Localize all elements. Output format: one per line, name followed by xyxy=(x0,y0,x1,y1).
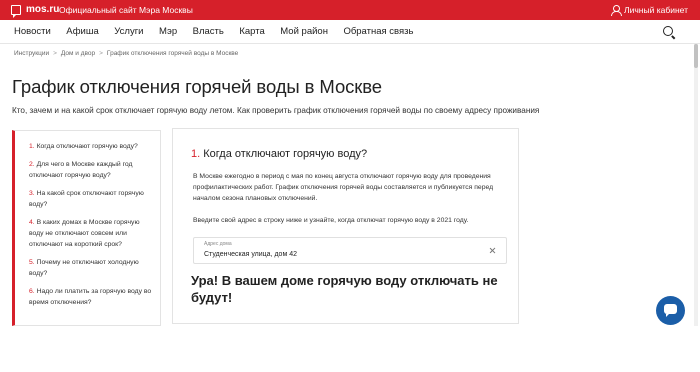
toc-item[interactable]: 6. Надо ли платить за горячую воду во вр… xyxy=(29,286,152,308)
section-number: 1. xyxy=(191,148,201,160)
toc-item-label: Надо ли платить за горячую воду во время… xyxy=(29,288,152,306)
toc-item-number: 3. xyxy=(29,190,35,197)
nav-item-government[interactable]: Власть xyxy=(193,26,224,38)
personal-account-label: Личный кабинет xyxy=(624,5,688,15)
chat-button[interactable] xyxy=(656,296,685,325)
toc-item-number: 5. xyxy=(29,259,35,266)
breadcrumb-item-instructions[interactable]: Инструкции xyxy=(14,49,49,58)
toc-item-number: 6. xyxy=(29,288,35,295)
page-lead: Кто, зачем и на какой срок отключает гор… xyxy=(12,106,540,115)
page-title: График отключения горячей воды в Москве xyxy=(12,76,382,97)
table-of-contents: 1. Когда отключают горячую воду? 2. Для … xyxy=(12,130,161,326)
top-bar: mos.ru Официальный сайт Мэра Москвы Личн… xyxy=(0,0,700,20)
toc-item[interactable]: 3. На какой срок отключают горячую воду? xyxy=(29,188,152,210)
nav-item-news[interactable]: Новости xyxy=(14,26,51,38)
toc-item-number: 1. xyxy=(29,143,35,150)
search-icon[interactable] xyxy=(663,26,673,36)
main-nav: Новости Афиша Услуги Мэр Власть Карта Мо… xyxy=(0,20,700,44)
user-icon xyxy=(611,5,623,16)
nav-item-feedback[interactable]: Обратная связь xyxy=(343,26,413,38)
toc-item-label: На какой срок отключают горячую воду? xyxy=(29,190,144,208)
nav-item-services[interactable]: Услуги xyxy=(114,26,143,38)
nav-item-my-district[interactable]: Мой район xyxy=(280,26,328,38)
address-input[interactable] xyxy=(204,250,474,260)
breadcrumb-separator: > xyxy=(53,50,57,57)
toc-item-label: Когда отключают горячую воду? xyxy=(36,143,138,150)
toc-item-label: Почему не отключают холодную воду? xyxy=(29,259,139,277)
site-title[interactable]: Официальный сайт Мэра Москвы xyxy=(59,3,193,17)
section-paragraph: В Москве ежегодно в период с мая по коне… xyxy=(193,173,494,202)
breadcrumb-item-current: График отключения горячей воды в Москве xyxy=(106,50,239,57)
personal-account-link[interactable]: Личный кабинет xyxy=(611,3,688,17)
site-logo[interactable]: mos.ru xyxy=(26,3,59,17)
check-result: Ура! В вашем доме горячую воду отключать… xyxy=(191,273,498,305)
toc-item[interactable]: 2. Для чего в Москве каждый год отключаю… xyxy=(29,159,152,181)
breadcrumb-item-home-and-yard[interactable]: Дом и двор xyxy=(61,49,95,58)
toc-item-number: 4. xyxy=(29,219,35,226)
chat-icon xyxy=(664,304,677,317)
toc-item[interactable]: 4. В каких домах в Москве горячую воду н… xyxy=(29,217,152,250)
article-section: 1. Когда отключают горячую воду? В Москв… xyxy=(172,128,519,324)
section-heading: 1. Когда отключают горячую воду? xyxy=(191,147,367,161)
toc-item-label: Для чего в Москве каждый год отключают г… xyxy=(29,161,133,179)
breadcrumb-separator: > xyxy=(99,50,103,57)
toc-item-label: В каких домах в Москве горячую воду не о… xyxy=(29,219,140,248)
mos-logo-icon[interactable] xyxy=(11,5,21,18)
scrollbar-thumb[interactable] xyxy=(694,44,698,68)
section-title: Когда отключают горячую воду? xyxy=(203,148,368,160)
toc-item-number: 2. xyxy=(29,161,35,168)
page-scrollbar[interactable] xyxy=(694,44,698,326)
nav-item-mayor[interactable]: Мэр xyxy=(159,26,177,38)
breadcrumb: Инструкции > Дом и двор > График отключе… xyxy=(14,49,238,58)
nav-item-afisha[interactable]: Афиша xyxy=(66,26,98,38)
address-field-label: Адрес дома xyxy=(204,241,232,247)
address-field[interactable]: Адрес дома xyxy=(193,237,507,264)
toc-item[interactable]: 5. Почему не отключают холодную воду? xyxy=(29,257,152,279)
toc-item[interactable]: 1. Когда отключают горячую воду? xyxy=(29,141,152,152)
nav-item-map[interactable]: Карта xyxy=(239,26,264,38)
close-icon[interactable] xyxy=(489,247,496,254)
section-instruction: Введите свой адрес в строку ниже и узнай… xyxy=(193,217,469,224)
